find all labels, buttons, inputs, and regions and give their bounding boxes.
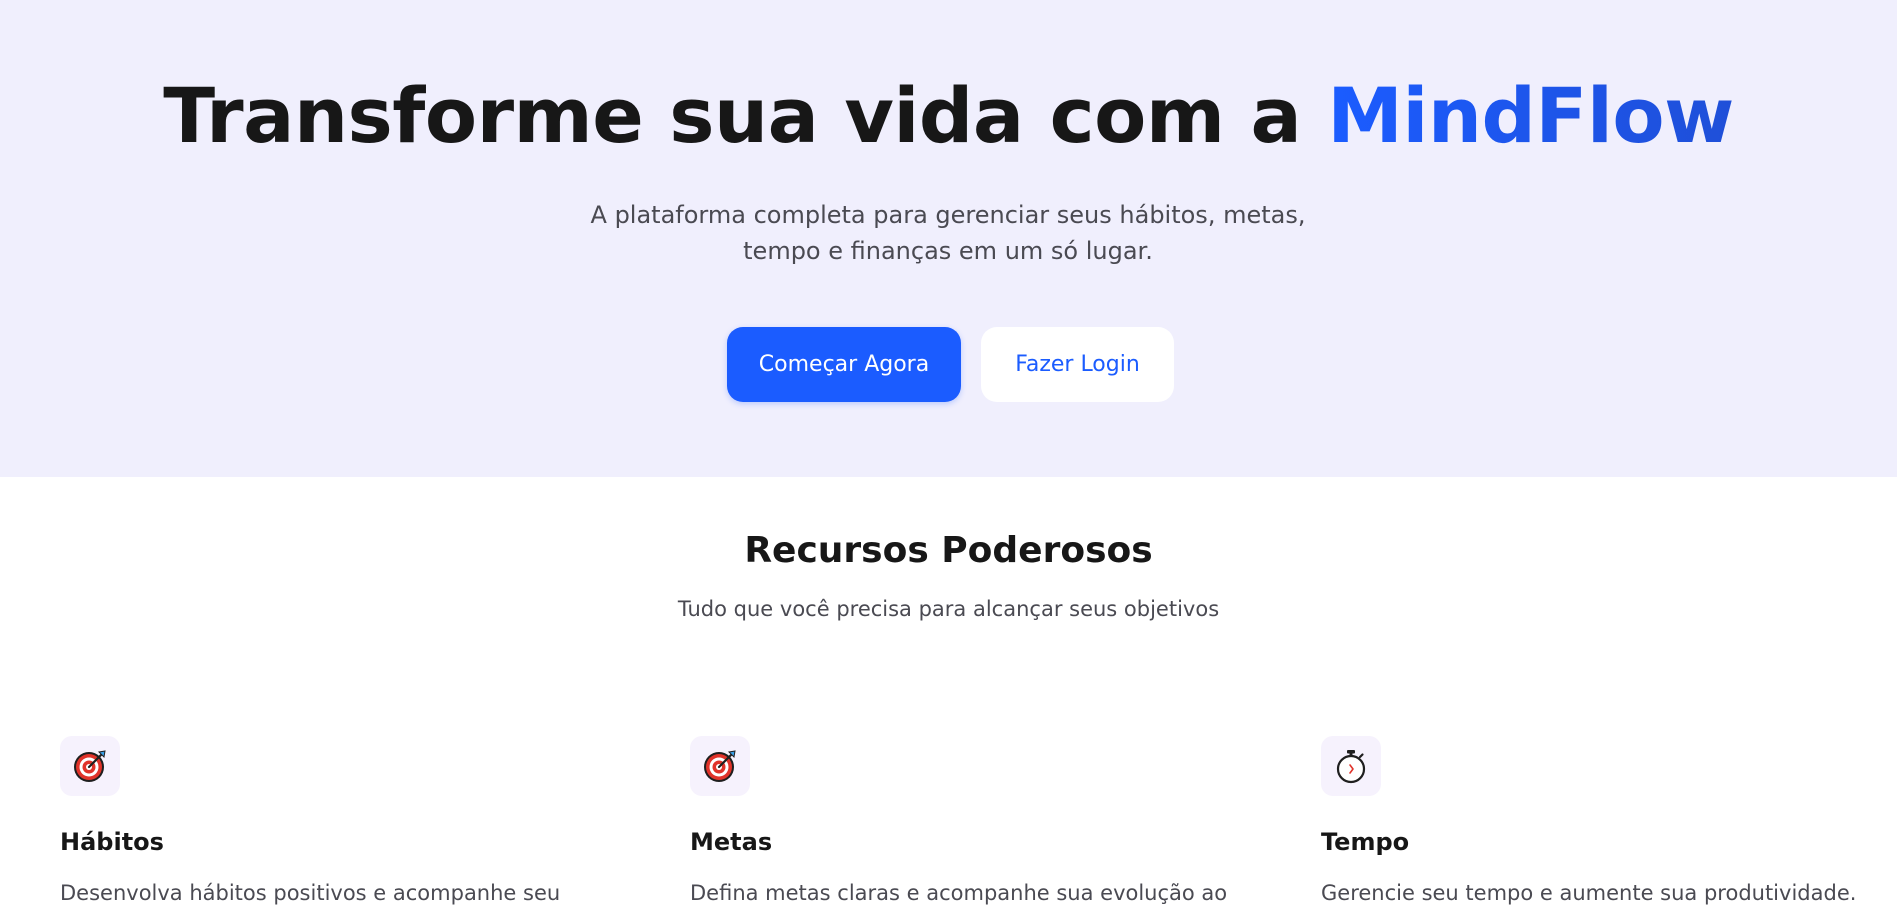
stopwatch-icon [1321,736,1381,796]
hero-section: Transforme sua vida com a MindFlow A pla… [0,0,1897,477]
hero-title: Transforme sua vida com a MindFlow [0,68,1897,164]
feature-title: Hábitos [60,828,164,856]
login-button[interactable]: Fazer Login [981,327,1174,402]
hero-title-prefix: Transforme sua vida com a [163,71,1328,160]
feature-description: Defina metas claras e acompanhe sua evol… [690,881,1228,905]
feature-card-habits: Hábitos Desenvolva hábitos positivos e a… [60,736,620,909]
target-icon [60,736,120,796]
feature-description: Desenvolva hábitos positivos e acompanhe… [60,881,561,905]
hero-title-brand: MindFlow [1327,71,1734,160]
target-icon [690,736,750,796]
feature-title: Metas [690,828,773,856]
features-section-subtitle: Tudo que você precisa para alcançar seus… [677,597,1220,621]
feature-description: Gerencie seu tempo e aumente sua produti… [1321,881,1857,905]
feature-card-time: Tempo Gerencie seu tempo e aumente sua p… [1321,736,1881,909]
features-section-title: Recursos Poderosos [744,530,1153,571]
feature-card-goals: Metas Defina metas claras e acompanhe su… [690,736,1250,909]
feature-title: Tempo [1321,828,1410,856]
hero-subtitle: A plataforma completa para gerenciar seu… [590,201,1306,265]
start-now-button[interactable]: Começar Agora [727,327,961,402]
